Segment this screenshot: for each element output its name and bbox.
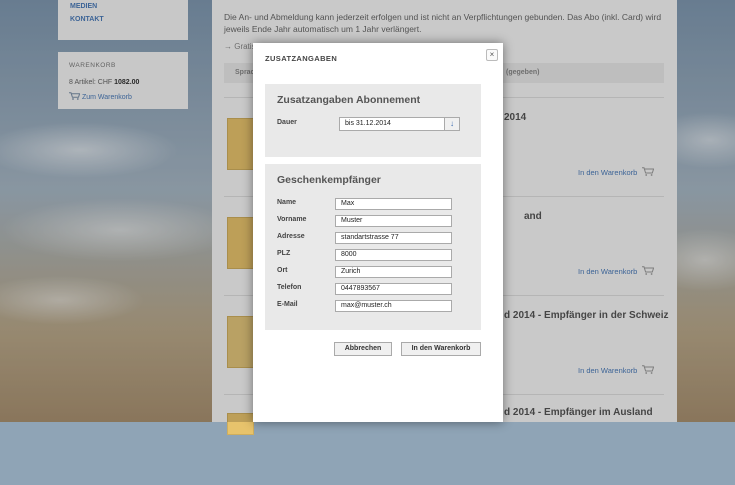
recipient-heading: Geschenkempfänger <box>277 174 381 186</box>
duration-select[interactable]: bis 31.12.2014 ↓ <box>339 117 460 131</box>
city-input[interactable]: Zurich <box>335 266 452 278</box>
phone-label: Telefon <box>277 284 302 291</box>
recipient-section: Geschenkempfänger Name Max Vorname Muste… <box>265 164 481 330</box>
dialog-title: ZUSATZANGABEN <box>265 54 338 63</box>
cancel-button[interactable]: Abbrechen <box>334 342 392 356</box>
duration-value: bis 31.12.2014 <box>345 120 391 127</box>
zusatzangaben-dialog: ZUSATZANGABEN × Zusatzangaben Abonnement… <box>253 43 503 422</box>
add-to-cart-button[interactable]: In den Warenkorb <box>401 342 481 356</box>
plz-input[interactable]: 8000 <box>335 249 452 261</box>
dropdown-arrow-icon[interactable]: ↓ <box>444 118 459 130</box>
vorname-input[interactable]: Muster <box>335 215 452 227</box>
close-button[interactable]: × <box>486 49 498 61</box>
email-input[interactable]: max@muster.ch <box>335 300 452 312</box>
name-input[interactable]: Max <box>335 198 452 210</box>
plz-label: PLZ <box>277 250 291 257</box>
phone-input[interactable]: 0447893567 <box>335 283 452 295</box>
address-input[interactable]: standartstrasse 77 <box>335 232 452 244</box>
name-label: Name <box>277 199 297 206</box>
close-icon: × <box>489 50 495 59</box>
address-label: Adresse <box>277 233 305 240</box>
subscription-heading: Zusatzangaben Abonnement <box>277 94 421 106</box>
duration-label: Dauer <box>277 119 297 126</box>
subscription-section: Zusatzangaben Abonnement Dauer bis 31.12… <box>265 84 481 157</box>
vorname-label: Vorname <box>277 216 307 223</box>
email-label: E-Mail <box>277 301 298 308</box>
city-label: Ort <box>277 267 288 274</box>
